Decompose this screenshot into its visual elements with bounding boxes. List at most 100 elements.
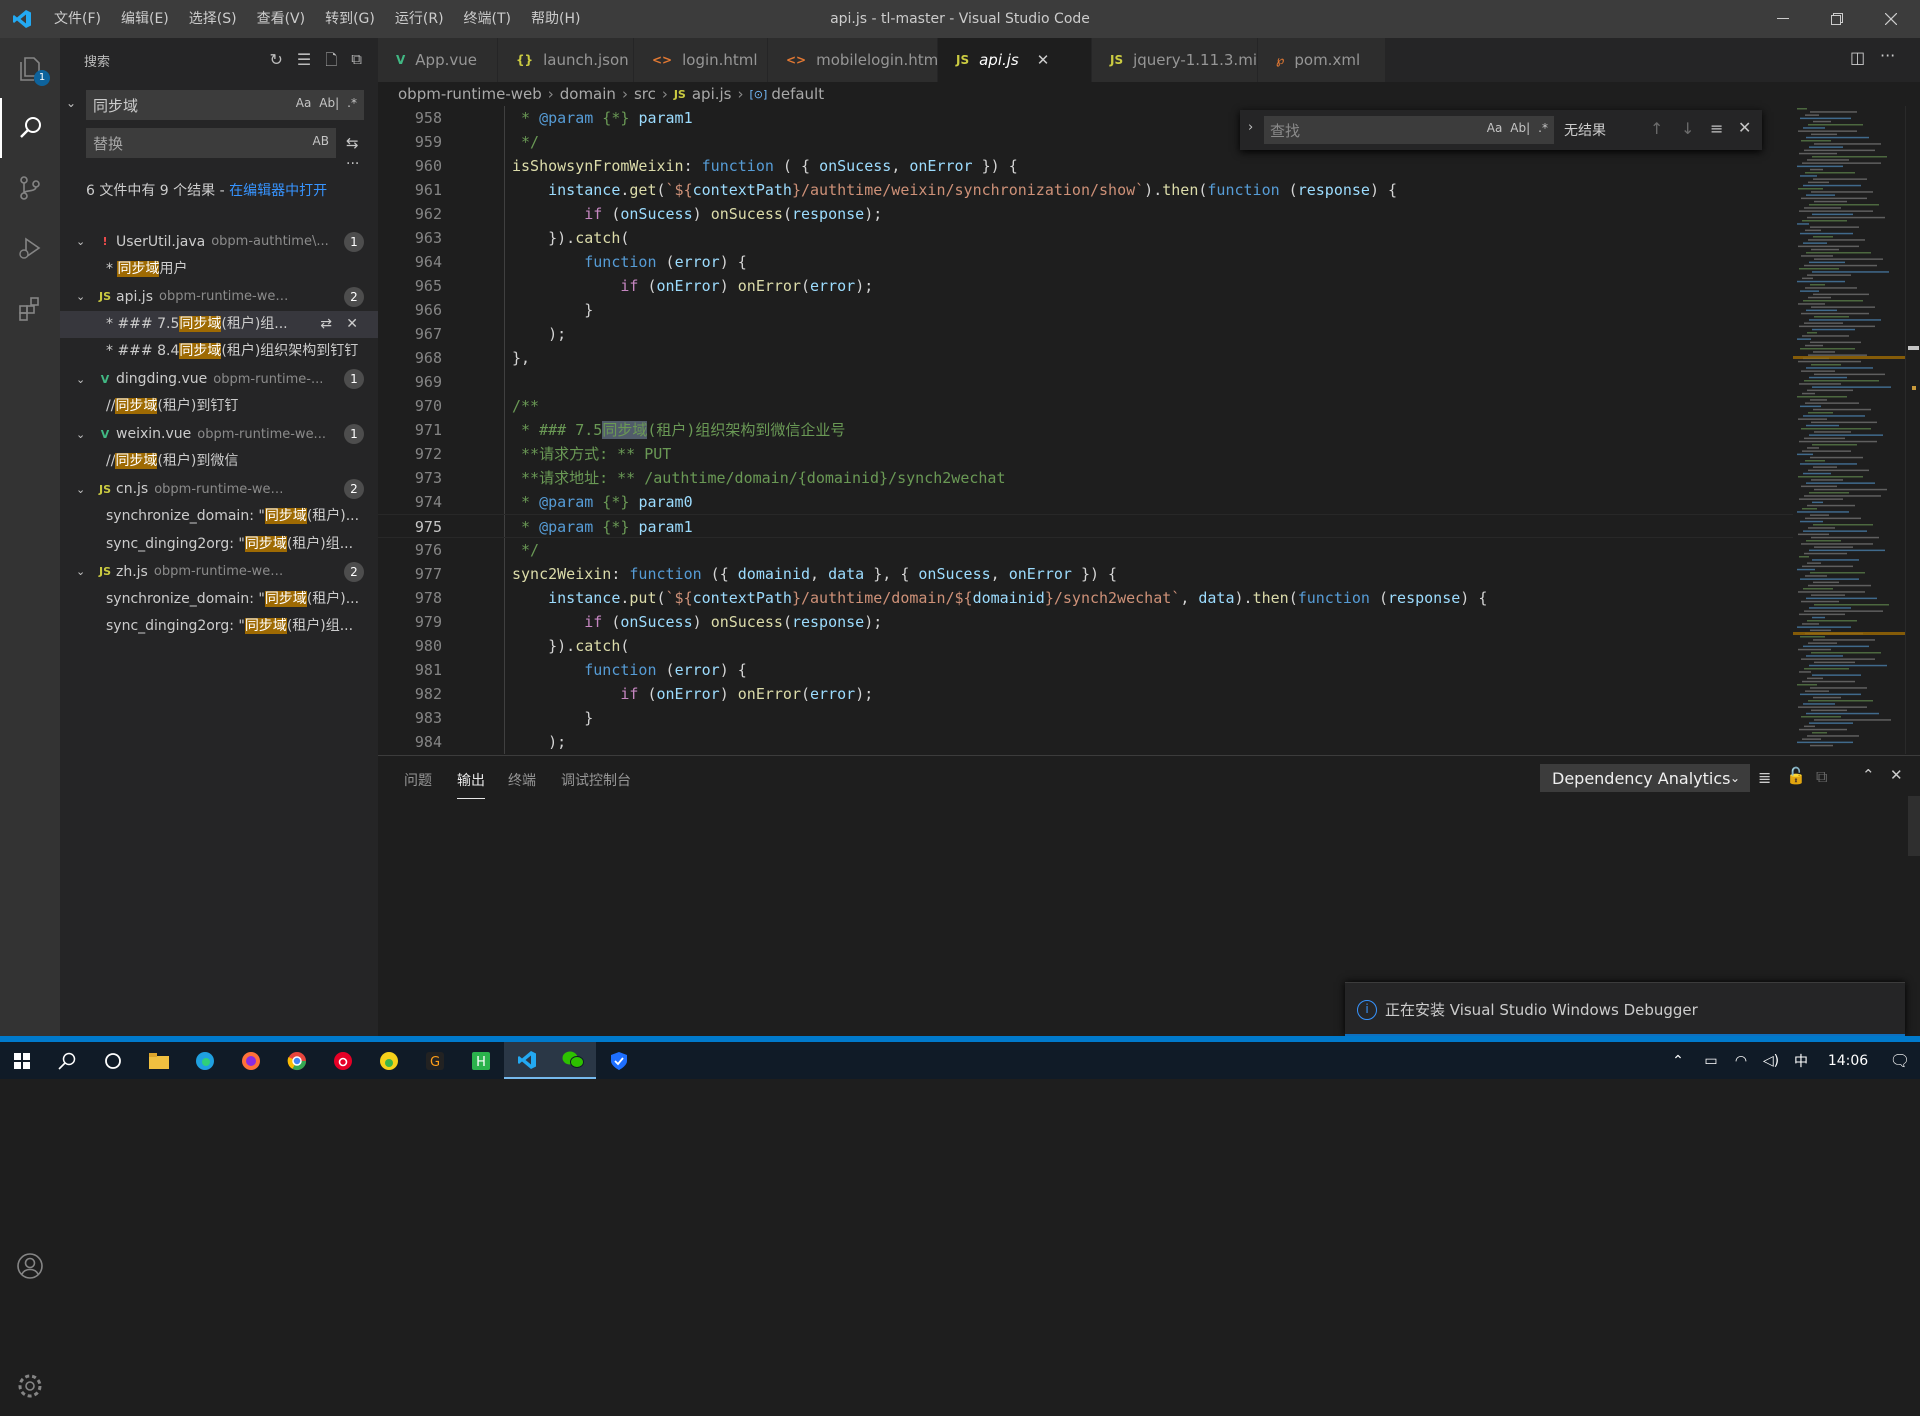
menu-item-2[interactable]: 选择(S) [179,0,247,38]
search-icon[interactable] [0,98,60,158]
result-match[interactable]: //同步域(租户)到微信 [60,448,378,475]
collapse-all-icon[interactable]: ⧉ [351,50,362,75]
minimap[interactable] [1793,106,1905,754]
regex-toggle[interactable]: .* [347,96,357,110]
close-tab-icon[interactable]: ✕ [1037,51,1050,69]
panel-tab-3[interactable]: 调试控制台 [561,770,631,790]
tab-mobilelogin-html[interactable]: <> mobilelogin.html [768,38,942,82]
menu-item-1[interactable]: 编辑(E) [111,0,179,38]
replace-match-icon[interactable]: ⇄ [320,311,332,338]
tab-app-vue[interactable]: V App.vue [378,38,498,82]
firefox-icon[interactable] [228,1042,274,1079]
find-regex-toggle[interactable]: .* [1538,121,1548,135]
result-match[interactable]: sync_dinging2org: "同步域(租户)组... [60,613,378,640]
panel-scrollbar[interactable] [1908,796,1920,856]
breadcrumb-item[interactable]: obpm-runtime-web [398,85,542,103]
previous-match-icon[interactable]: ↑ [1650,119,1663,138]
result-file[interactable]: ⌄ Vweixin.vue obpm-runtime-we... 1 [60,421,378,448]
toggle-replace-chevron-icon[interactable]: ⌄ [66,96,76,110]
editor-scrollbar[interactable] [1905,106,1920,754]
result-match[interactable]: //同步域(租户)到钉钉 [60,393,378,420]
next-match-icon[interactable]: ↓ [1681,119,1694,138]
replace-input[interactable]: 替换 AB [86,128,336,158]
clock[interactable]: 14:06 [1816,1042,1880,1079]
breadcrumb-item[interactable]: default [771,85,824,103]
search-input[interactable]: 同步域 Aa Ab| .* [86,90,364,120]
replace-all-icon[interactable]: ⇆ [346,134,359,152]
cortana-icon[interactable] [90,1042,136,1079]
explorer-icon[interactable]: 1 [0,38,60,98]
dismiss-match-icon[interactable]: ✕ [346,311,358,338]
tab-jquery-1-11-3-min-js[interactable]: JS jquery-1.11.3.min.js [1092,38,1283,82]
edge-browser-icon[interactable] [182,1042,228,1079]
panel-tab-1[interactable]: 输出 [457,770,485,799]
chrome-icon[interactable] [274,1042,320,1079]
menu-item-6[interactable]: 终端(T) [454,0,521,38]
app-yellow-icon[interactable] [366,1042,412,1079]
result-match[interactable]: * ### 8.4同步域(租户)组织架构到钉钉 [60,338,378,365]
open-in-editor-link[interactable]: 在编辑器中打开 [229,183,327,199]
restore-button[interactable] [1814,0,1860,38]
hbuilder-icon[interactable]: H [458,1042,504,1079]
source-control-icon[interactable] [0,158,60,218]
menu-item-3[interactable]: 查看(V) [247,0,316,38]
match-case-toggle[interactable]: Aa [296,96,312,110]
find-match-case-toggle[interactable]: Aa [1487,121,1503,135]
menu-item-0[interactable]: 文件(F) [44,0,111,38]
menu-item-7[interactable]: 帮助(H) [521,0,590,38]
extensions-icon[interactable] [0,278,60,338]
settings-gear-icon[interactable] [0,1356,60,1416]
tab-login-html[interactable]: <> login.html [634,38,768,82]
file-explorer-icon[interactable] [136,1042,182,1079]
breadcrumb-item[interactable]: api.js [692,85,732,103]
match-word-toggle[interactable]: Ab| [319,96,339,110]
find-in-selection-icon[interactable]: ≡ [1710,119,1723,138]
more-actions-icon[interactable]: ··· [1880,46,1895,65]
volume-icon[interactable]: ◁) [1756,1042,1786,1079]
tab-pom-xml[interactable]: ℘ pom.xml [1258,38,1386,82]
minimize-button[interactable] [1760,0,1806,38]
result-file[interactable]: ⌄! UserUtil.java obpm-authtime\... 1 [60,228,378,255]
result-file[interactable]: ⌄ JS api.js obpm-runtime-web\do... 2 [60,283,378,310]
output-channel-select[interactable]: Dependency Analytics ⌄ [1540,764,1750,792]
action-center-icon[interactable]: 🗨 [1880,1042,1920,1079]
tray-chevron-up-icon[interactable]: ⌃ [1660,1042,1696,1079]
close-find-icon[interactable]: ✕ [1738,118,1751,137]
close-panel-icon[interactable]: ✕ [1890,766,1903,784]
maximize-panel-icon[interactable]: ⌃ [1862,766,1875,784]
wechat-icon[interactable] [550,1042,596,1079]
run-debug-icon[interactable] [0,218,60,278]
refresh-icon[interactable]: ↻ [269,50,282,75]
breadcrumb-item[interactable]: domain [560,85,616,103]
battery-icon[interactable]: ▭ [1696,1042,1726,1079]
toggle-replace-icon[interactable]: › [1248,120,1253,135]
result-match[interactable]: synchronize_domain: "同步域(租户)... [60,503,378,530]
result-match[interactable]: sync_dinging2org: "同步域(租户)组... [60,531,378,558]
clear-output-icon[interactable]: ≣ [1758,768,1771,787]
result-file[interactable]: ⌄ JS zh.js obpm-runtime-web\dom... 2 [60,558,378,585]
app-g-icon[interactable]: G [412,1042,458,1079]
security-shield-icon[interactable] [596,1042,642,1079]
taskbar-search-icon[interactable] [44,1042,90,1079]
breadcrumb-item[interactable]: src [634,85,656,103]
panel-tab-0[interactable]: 问题 [404,770,432,790]
panel-tab-2[interactable]: 终端 [508,770,536,790]
result-match[interactable]: * ### 7.5同步域(租户)组... ⇄ ✕ [60,310,378,338]
find-match-word-toggle[interactable]: Ab| [1510,121,1530,135]
result-match[interactable]: * 同步域用户 [60,256,378,283]
clear-results-icon[interactable]: ☰ [297,50,311,75]
close-window-button[interactable] [1868,0,1914,38]
tab-api-js[interactable]: JS api.js ✕ [938,38,1092,82]
open-log-icon[interactable]: ⧉ [1816,767,1827,787]
result-file[interactable]: ⌄ Vdingding.vue obpm-runtime-... 1 [60,366,378,393]
ime-indicator[interactable]: 中 [1786,1042,1816,1079]
menu-item-4[interactable]: 转到(G) [315,0,385,38]
wifi-icon[interactable]: ◠ [1726,1042,1756,1079]
netease-music-icon[interactable] [320,1042,366,1079]
tab-launch-json[interactable]: {} launch.json [498,38,634,82]
preserve-case-toggle[interactable]: AB [313,134,329,148]
result-file[interactable]: ⌄ JS cn.js obpm-runtime-web\dom... 2 [60,476,378,503]
new-search-editor-icon[interactable]: 🗋 [325,50,337,75]
split-editor-icon[interactable]: ◫ [1850,48,1865,67]
menu-item-5[interactable]: 运行(R) [385,0,454,38]
